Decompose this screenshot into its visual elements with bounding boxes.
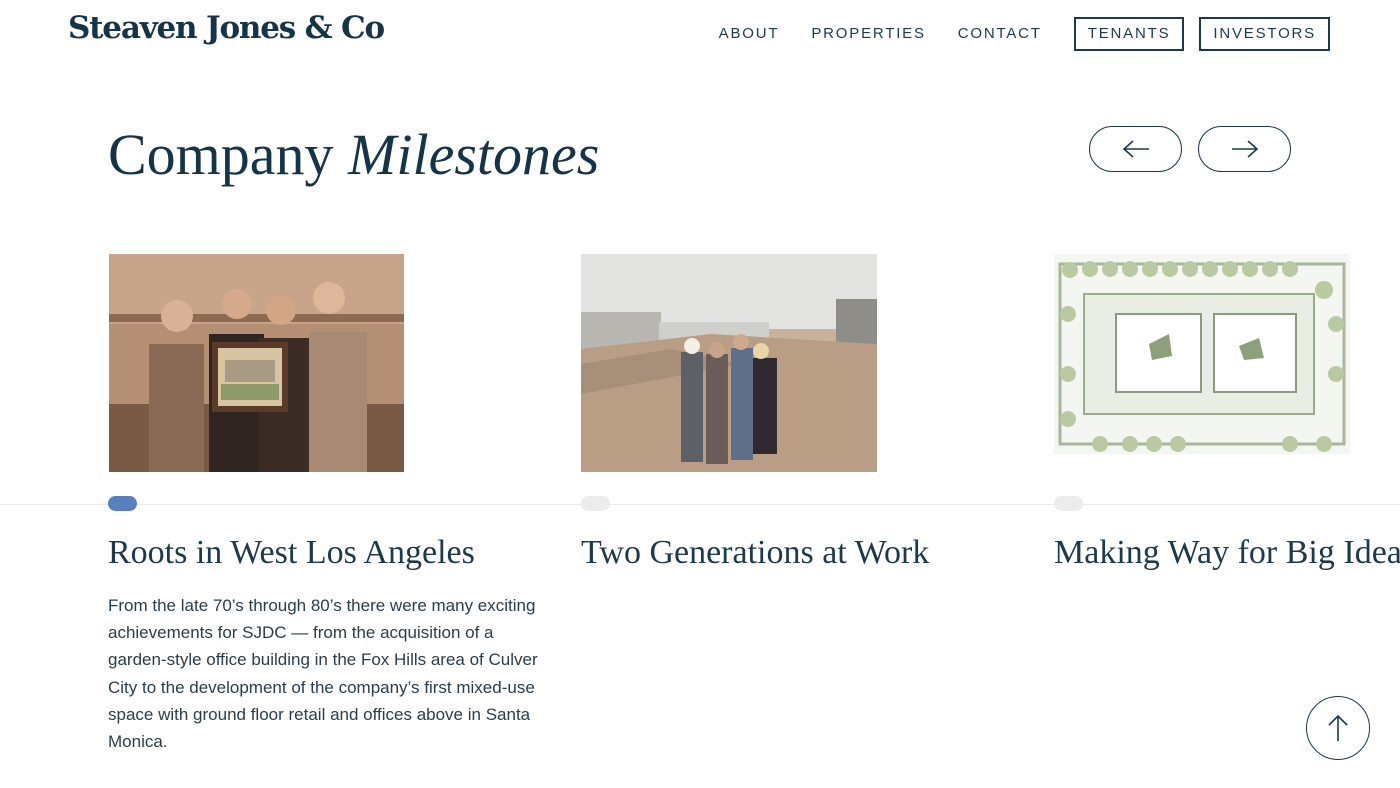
investors-button[interactable]: INVESTORS	[1199, 17, 1330, 51]
logo[interactable]: Steaven Jones & Co	[68, 10, 385, 46]
milestone-photo-site-plan	[1054, 254, 1350, 454]
milestone-card: Two Generations at Work	[581, 254, 929, 571]
milestone-title: Roots in West Los Angeles	[108, 534, 475, 571]
arrow-up-icon	[1328, 714, 1348, 741]
milestone-card: Making Way for Big Ideas	[1054, 254, 1400, 571]
carousel-next-button[interactable]	[1198, 126, 1291, 172]
carousel-prev-button[interactable]	[1089, 126, 1182, 172]
milestone-description: From the late 70’s through 80’s there we…	[108, 596, 538, 752]
arrow-right-icon	[1231, 140, 1258, 158]
milestone-photo-groundbreaking	[581, 254, 877, 472]
timeline-dot-active	[108, 496, 137, 511]
timeline-dot[interactable]	[581, 496, 610, 511]
section-title-italic: Milestones	[348, 122, 600, 187]
section-title: Company Milestones	[108, 120, 599, 190]
milestone-photo-founders	[109, 254, 404, 472]
milestone-title: Making Way for Big Ideas	[1054, 534, 1400, 571]
main-nav: ABOUT PROPERTIES CONTACT TENANTS INVESTO…	[719, 17, 1330, 51]
nav-about[interactable]: ABOUT	[719, 17, 780, 51]
timeline-dot[interactable]	[1054, 496, 1083, 511]
scroll-to-top-button[interactable]	[1306, 696, 1370, 760]
arrow-left-icon	[1122, 140, 1149, 158]
nav-contact[interactable]: CONTACT	[958, 17, 1042, 51]
milestone-card: Roots in West Los Angeles From the late …	[108, 254, 538, 751]
section-title-plain: Company	[108, 122, 334, 187]
tenants-button[interactable]: TENANTS	[1073, 17, 1185, 51]
milestone-title: Two Generations at Work	[581, 534, 930, 571]
nav-properties[interactable]: PROPERTIES	[811, 17, 925, 51]
timeline-line	[0, 504, 1400, 505]
